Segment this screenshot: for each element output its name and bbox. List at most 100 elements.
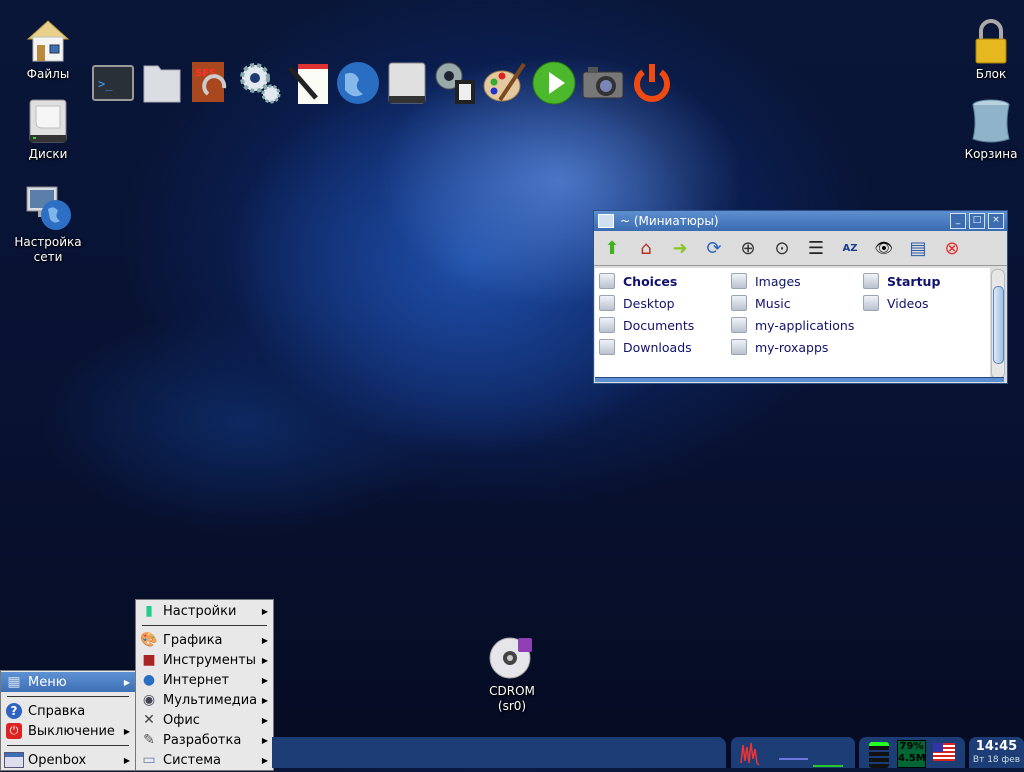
folder-icon <box>599 295 615 311</box>
file-list: Choices Desktop Documents Downloads Imag… <box>595 268 990 378</box>
drive-mounter-icon[interactable] <box>384 60 430 106</box>
desktop-icon-network[interactable]: Настройка сети <box>3 185 93 265</box>
hard-drive-icon <box>24 97 72 145</box>
graphics-palette-icon[interactable] <box>482 60 528 106</box>
select-all-icon[interactable]: ▤ <box>906 236 930 260</box>
file-item[interactable]: my-roxapps <box>731 337 828 357</box>
menu-item-multimedia[interactable]: ◉ Мультимедиа ▶ <box>136 690 273 710</box>
file-manager-icon[interactable] <box>139 60 185 106</box>
cdrom-sublabel: (sr0) <box>497 699 527 713</box>
zoom-in-icon[interactable]: ⊕ <box>736 236 760 260</box>
file-item[interactable]: Desktop <box>599 293 675 313</box>
menu-item-menu[interactable]: ▦ Меню ▶ <box>1 672 135 692</box>
media-player-icon[interactable] <box>531 60 577 106</box>
menu-item-graphics[interactable]: 🎨 Графика ▶ <box>136 630 273 650</box>
scrollbar-thumb[interactable] <box>993 286 1004 364</box>
file-item[interactable]: Choices <box>599 271 677 291</box>
chevron-right-icon: ▶ <box>261 655 268 665</box>
menu-item-shutdown[interactable]: ⏻ Выключение ▶ <box>1 721 135 741</box>
file-item[interactable]: my-applications <box>731 315 854 335</box>
chevron-right-icon: ▶ <box>261 735 268 745</box>
folder-icon <box>599 273 615 289</box>
file-item[interactable]: Music <box>731 293 791 313</box>
window-bottom-bar <box>595 377 1004 382</box>
desktop-icon-trash[interactable]: Корзина <box>946 97 1024 162</box>
home-icon[interactable]: ⌂ <box>634 236 658 260</box>
zoom-fit-icon[interactable]: ⊙ <box>770 236 794 260</box>
clock-date: Вт 18 фев <box>972 755 1021 765</box>
trash-icon <box>967 97 1015 145</box>
desktop-icon-drives[interactable]: Диски <box>3 97 93 162</box>
power-icon[interactable] <box>629 60 675 106</box>
file-item[interactable]: Startup <box>863 271 940 291</box>
window-titlebar[interactable]: ~ (Миниатюры) _ □ × <box>594 211 1007 231</box>
folder-icon <box>731 295 747 311</box>
cpu-graph-icon <box>740 742 843 767</box>
system-icon: ▭ <box>142 752 156 768</box>
menu-item-office[interactable]: ✕ Офис ▶ <box>136 710 273 730</box>
folder-icon <box>599 317 615 333</box>
launcher-dock: >_ SFS <box>90 58 675 108</box>
desktop-icon-cdrom[interactable]: CDROM (sr0) <box>467 634 557 714</box>
chevron-right-icon: ▶ <box>261 675 268 685</box>
details-view-icon[interactable]: ☰ <box>804 236 828 260</box>
system-monitor-panel[interactable] <box>731 737 855 768</box>
show-hidden-icon[interactable]: 👁 <box>872 236 896 260</box>
close-button[interactable]: × <box>988 213 1004 229</box>
file-item[interactable]: Videos <box>863 293 929 313</box>
web-browser-icon[interactable] <box>335 60 381 106</box>
menu-item-development[interactable]: ✎ Разработка ▶ <box>136 730 273 750</box>
refresh-icon[interactable]: ⟳ <box>702 236 726 260</box>
menu-item-settings[interactable]: ▮ Настройки ▶ <box>136 601 273 621</box>
svg-text:>_: >_ <box>98 77 113 91</box>
chevron-right-icon: ▶ <box>123 677 130 687</box>
openbox-icon <box>4 751 24 769</box>
text-editor-icon[interactable] <box>286 60 332 106</box>
window-toolbar: ⬆ ⌂ ➜ ⟳ ⊕ ⊙ ☰ AZ 👁 ▤ ⊗ <box>594 231 1007 266</box>
menu-separator <box>142 625 267 626</box>
storage-icon[interactable] <box>869 742 889 768</box>
desktop-icon-label: Настройка сети <box>14 235 82 264</box>
vertical-scrollbar[interactable] <box>991 269 1005 379</box>
folder-icon <box>863 273 879 289</box>
taskbar-task-area[interactable] <box>272 737 726 768</box>
bookmarks-icon[interactable]: ➜ <box>668 236 692 260</box>
sort-az-icon[interactable]: AZ <box>838 236 862 260</box>
sfs-loader-icon[interactable]: SFS <box>188 60 234 106</box>
multimedia-icon: ◉ <box>142 692 156 708</box>
desktop-icon-label: Файлы <box>26 67 70 81</box>
up-icon[interactable]: ⬆ <box>600 236 624 260</box>
menu-separator <box>7 696 129 697</box>
keyboard-layout-flag-icon[interactable] <box>933 743 955 761</box>
office-icon: ✕ <box>143 712 155 728</box>
desktop-icon-label: Блок <box>975 67 1007 81</box>
minimize-button[interactable]: _ <box>950 213 966 229</box>
terminal-icon[interactable]: >_ <box>90 60 136 106</box>
clock[interactable]: 14:45 Вт 18 фев <box>969 737 1024 768</box>
camera-screenshot-icon[interactable] <box>580 60 626 106</box>
desktop-icon-lock[interactable]: Блок <box>946 17 1024 82</box>
menu-item-help[interactable]: ? Справка <box>1 701 135 721</box>
battery-memory-indicator[interactable]: 79% 4.5M <box>897 740 926 768</box>
file-item[interactable]: Images <box>731 271 801 291</box>
menu-item-internet[interactable]: ● Интернет ▶ <box>136 670 273 690</box>
menu-item-openbox[interactable]: Openbox ▶ <box>1 750 135 770</box>
chevron-right-icon: ▶ <box>261 715 268 725</box>
menu-item-tools[interactable]: ■ Инструменты ▶ <box>136 650 273 670</box>
menu-item-system[interactable]: ▭ Система ▶ <box>136 750 273 770</box>
shutdown-icon: ⏻ <box>4 722 24 740</box>
maximize-button[interactable]: □ <box>969 213 985 229</box>
desktop-icon-label: Диски <box>28 147 68 161</box>
chevron-right-icon: ▶ <box>261 695 268 705</box>
clock-time: 14:45 <box>975 739 1018 754</box>
multimedia-icon[interactable] <box>433 60 479 106</box>
desktop-icon-files[interactable]: Файлы <box>3 17 93 82</box>
applications-submenu: ▮ Настройки ▶ 🎨 Графика ▶ ■ Инструменты ▶ ● Инт… <box>135 599 274 771</box>
settings-gears-icon[interactable] <box>237 60 283 106</box>
status-tray: 79% 4.5M <box>859 737 965 768</box>
file-item[interactable]: Documents <box>599 315 694 335</box>
help-icon[interactable]: ⊗ <box>940 236 964 260</box>
chevron-right-icon: ▶ <box>261 606 268 616</box>
window-app-icon <box>598 214 614 228</box>
file-item[interactable]: Downloads <box>599 337 692 357</box>
